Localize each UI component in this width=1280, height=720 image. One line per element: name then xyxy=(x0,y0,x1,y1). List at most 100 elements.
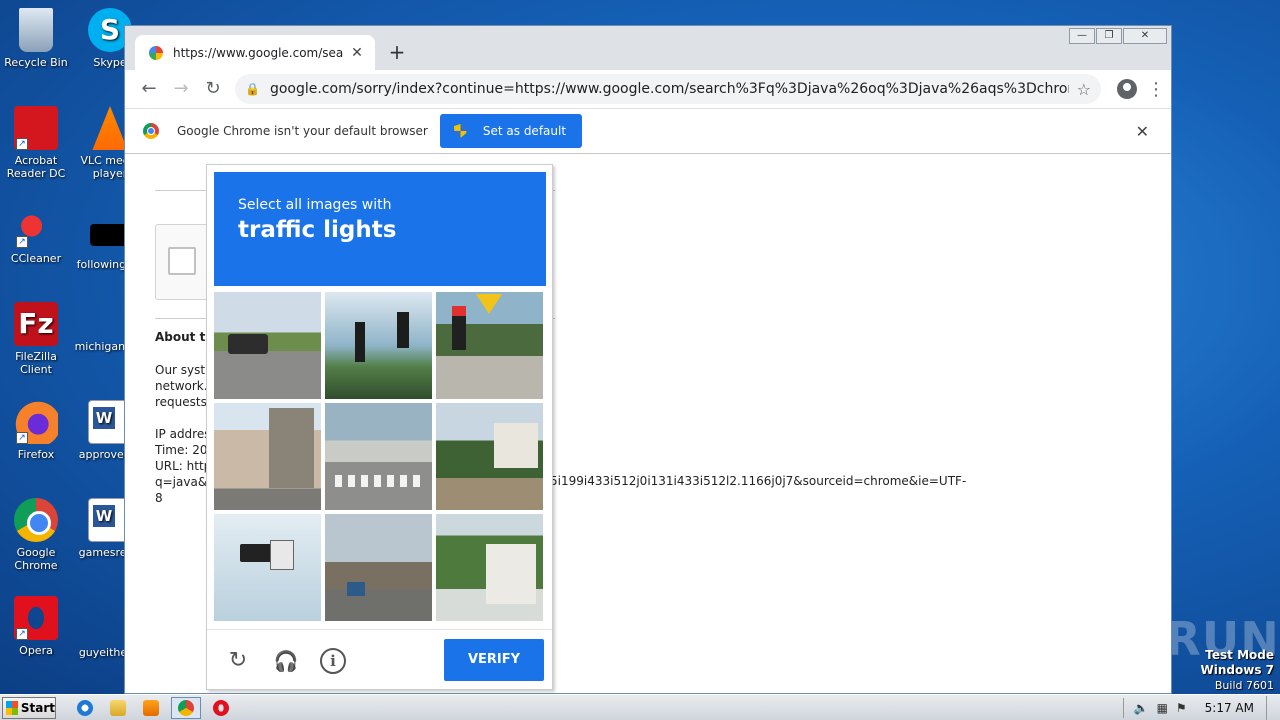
tab-strip: https://www.google.com/search?q= ✕ + — ❐… xyxy=(125,26,1171,70)
tab-close-icon[interactable]: ✕ xyxy=(349,45,365,61)
chrome-icon xyxy=(178,699,194,716)
recycle-bin-icon xyxy=(19,8,53,52)
network-icon[interactable]: ▦ xyxy=(1157,701,1168,715)
image-tile-3[interactable] xyxy=(436,292,543,399)
image-tile-7[interactable] xyxy=(214,514,321,621)
taskbar: Start 🔈 ▦ ⚑ 5:17 AM xyxy=(0,694,1280,720)
desktop-icon-label: Firefox xyxy=(17,448,55,461)
uac-shield-icon xyxy=(453,124,467,138)
firefox-icon: ↗ xyxy=(14,400,58,444)
info-line: 8 xyxy=(155,491,163,505)
volume-icon[interactable]: 🔈 xyxy=(1134,701,1149,715)
minimize-button[interactable]: — xyxy=(1069,28,1095,44)
forward-button[interactable]: → xyxy=(165,73,197,105)
challenge-footer: ↻ 🎧 i VERIFY xyxy=(207,629,552,689)
infobar-message: Google Chrome isn't your default browser xyxy=(177,124,428,138)
set-as-default-label: Set as default xyxy=(482,124,567,138)
restore-button[interactable]: ❐ xyxy=(1096,28,1122,44)
image-grid xyxy=(214,292,546,624)
challenge-target: traffic lights xyxy=(238,217,397,243)
reload-button[interactable]: ↻ xyxy=(197,73,229,105)
infobar-close-icon[interactable]: ✕ xyxy=(1136,122,1149,141)
start-button[interactable]: Start xyxy=(2,696,56,719)
url-text[interactable]: google.com/sorry/index?continue=https://… xyxy=(270,81,1069,97)
desktop-icon-ccleaner[interactable]: ↗ CCleaner xyxy=(0,204,74,265)
reload-challenge-icon[interactable]: ↻ xyxy=(225,648,251,674)
ccleaner-icon: ↗ xyxy=(14,204,58,248)
recaptcha-checkbox[interactable] xyxy=(168,247,196,275)
challenge-header: Select all images with traffic lights xyxy=(214,172,546,286)
windows-logo-icon xyxy=(6,700,18,715)
info-line: IP addres xyxy=(155,427,211,441)
help-info-icon[interactable]: i xyxy=(320,648,346,674)
action-center-flag-icon[interactable]: ⚑ xyxy=(1176,701,1187,715)
image-tile-2[interactable] xyxy=(325,292,432,399)
challenge-prompt: Select all images with xyxy=(238,197,392,213)
window-controls: — ❐ ✕ xyxy=(1068,28,1167,44)
google-favicon-icon xyxy=(149,45,163,60)
folder-icon xyxy=(110,699,126,716)
show-desktop-button[interactable] xyxy=(1266,695,1280,720)
browser-toolbar: ← → ↻ 🔒 google.com/sorry/index?continue=… xyxy=(125,70,1171,108)
desktop-icon-label: Recycle Bin xyxy=(4,56,68,69)
taskbar-ie[interactable] xyxy=(72,697,98,719)
clock[interactable]: 5:17 AM xyxy=(1205,701,1254,715)
profile-icon[interactable] xyxy=(1117,79,1137,99)
back-button[interactable]: ← xyxy=(133,73,165,105)
test-mode-line: Test Mode xyxy=(1205,648,1274,662)
image-tile-8[interactable] xyxy=(325,514,432,621)
default-browser-infobar: Google Chrome isn't your default browser… xyxy=(125,108,1171,154)
request-info: IP addres Time: 20 URL: http q=java&c 8 xyxy=(155,426,214,506)
tray-separator xyxy=(1122,697,1124,718)
desktop-icon-label: FileZilla Client xyxy=(15,350,57,376)
image-tile-5[interactable] xyxy=(325,403,432,510)
taskbar-opera[interactable] xyxy=(208,697,234,719)
desktop-icon-recycle-bin[interactable]: Recycle Bin xyxy=(0,8,74,69)
image-tile-4[interactable] xyxy=(214,403,321,510)
tab-title: https://www.google.com/search?q= xyxy=(173,45,343,60)
desktop-icon-firefox[interactable]: ↗ Firefox xyxy=(0,400,74,461)
recaptcha-challenge: Select all images with traffic lights ↻ … xyxy=(206,164,553,690)
tab-google-search[interactable]: https://www.google.com/search?q= ✕ xyxy=(135,35,375,70)
start-label: Start xyxy=(20,700,55,715)
address-bar[interactable]: 🔒 google.com/sorry/index?continue=https:… xyxy=(235,74,1101,104)
desktop-icon-label: Acrobat Reader DC xyxy=(6,154,66,180)
system-tray: 🔈 ▦ ⚑ 5:17 AM xyxy=(1117,695,1280,720)
new-tab-button[interactable]: + xyxy=(387,40,407,64)
request-url-tail: 5i199i433i512j0i131i433i512l2.1166j0j7&s… xyxy=(550,474,967,488)
opera-icon: ↗ xyxy=(14,596,58,640)
ie-icon xyxy=(77,699,93,716)
opera-icon xyxy=(213,699,229,716)
image-tile-1[interactable] xyxy=(214,292,321,399)
set-as-default-button[interactable]: Set as default xyxy=(439,114,583,148)
image-tile-6[interactable] xyxy=(436,403,543,510)
desktop-icon-chrome[interactable]: Google Chrome xyxy=(0,498,74,572)
desktop-icon-label: CCleaner xyxy=(10,252,62,265)
lock-icon: 🔒 xyxy=(245,82,260,96)
test-mode-notice: Test Mode Windows 7 Build 7601 xyxy=(1201,648,1274,693)
close-window-button[interactable]: ✕ xyxy=(1123,28,1167,44)
desktop-icon-acrobat[interactable]: ↗ Acrobat Reader DC xyxy=(0,106,74,180)
info-line: Time: 20 xyxy=(155,443,208,457)
acrobat-icon: ↗ xyxy=(14,106,58,150)
info-line: q=java&c xyxy=(155,475,214,489)
chrome-icon xyxy=(14,498,58,542)
filezilla-icon: Fz xyxy=(14,302,58,346)
chrome-logo-icon xyxy=(143,123,159,139)
desktop-icon-label: Google Chrome xyxy=(14,546,58,572)
image-tile-9[interactable] xyxy=(436,514,543,621)
bookmark-star-icon[interactable]: ☆ xyxy=(1077,80,1091,99)
taskbar-chrome[interactable] xyxy=(171,696,201,719)
audio-challenge-icon[interactable]: 🎧 xyxy=(273,648,299,674)
desktop-icon-opera[interactable]: ↗ Opera xyxy=(0,596,74,657)
verify-button[interactable]: VERIFY xyxy=(444,639,544,681)
desktop-icon-label: Opera xyxy=(19,644,53,657)
desktop-icon-filezilla[interactable]: Fz FileZilla Client xyxy=(0,302,74,376)
taskbar-media-player[interactable] xyxy=(138,697,164,719)
info-line: URL: http xyxy=(155,459,212,473)
menu-icon[interactable]: ⋮ xyxy=(1147,79,1165,100)
build-line: Build 7601 xyxy=(1214,679,1274,692)
taskbar-explorer[interactable] xyxy=(105,697,131,719)
windows-version-line: Windows 7 xyxy=(1200,663,1274,677)
media-player-icon xyxy=(143,699,159,716)
